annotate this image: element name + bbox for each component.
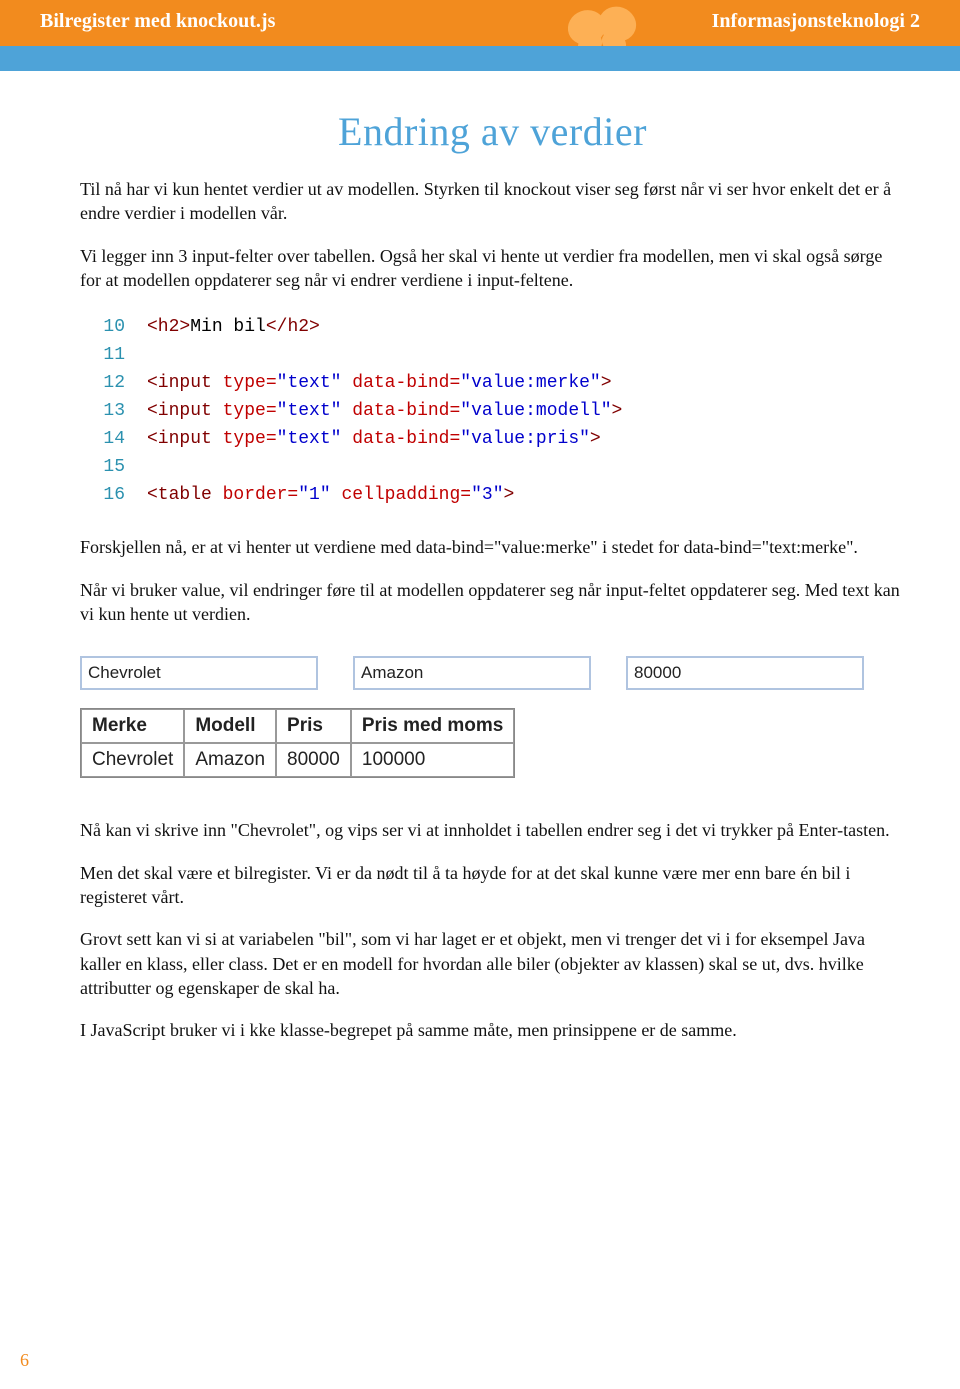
- header-right-title: Informasjonsteknologi 2: [712, 10, 920, 33]
- main-heading: Endring av verdier: [80, 108, 905, 155]
- paragraph-6: Men det skal være et bilregister. Vi er …: [80, 861, 905, 910]
- code-line: 12<input type="text" data-bind="value:me…: [80, 370, 905, 398]
- th-moms: Pris med moms: [351, 709, 515, 743]
- paragraph-3: Forskjellen nå, er at vi henter ut verdi…: [80, 535, 905, 559]
- td-merke: Chevrolet: [81, 743, 184, 777]
- paragraph-2: Vi legger inn 3 input-felter over tabell…: [80, 244, 905, 293]
- table-header-row: Merke Modell Pris Pris med moms: [81, 709, 514, 743]
- page-content: Endring av verdier Til nå har vi kun hen…: [0, 60, 960, 1042]
- code-line: 16<table border="1" cellpadding="3">: [80, 482, 905, 510]
- modell-input[interactable]: [353, 656, 591, 690]
- merke-input[interactable]: [80, 656, 318, 690]
- code-example: 10<h2>Min bil</h2>1112<input type="text"…: [80, 310, 905, 513]
- code-line: 10<h2>Min bil</h2>: [80, 314, 905, 342]
- table-row: Chevrolet Amazon 80000 100000: [81, 743, 514, 777]
- code-line: 15: [80, 454, 905, 482]
- paragraph-5: Nå kan vi skrive inn "Chevrolet", og vip…: [80, 818, 905, 842]
- code-line: 14<input type="text" data-bind="value:pr…: [80, 426, 905, 454]
- td-pris: 80000: [276, 743, 351, 777]
- example-table-wrap: Merke Modell Pris Pris med moms Chevrole…: [80, 708, 905, 778]
- example-inputs-row: [80, 656, 905, 690]
- paragraph-8: I JavaScript bruker vi i kke klasse-begr…: [80, 1018, 905, 1042]
- paragraph-7: Grovt sett kan vi si at variabelen "bil"…: [80, 927, 905, 1000]
- example-table: Merke Modell Pris Pris med moms Chevrole…: [80, 708, 515, 778]
- code-line: 13<input type="text" data-bind="value:mo…: [80, 398, 905, 426]
- page-number: 6: [20, 1350, 29, 1371]
- td-modell: Amazon: [184, 743, 276, 777]
- paragraph-4: Når vi bruker value, vil endringer føre …: [80, 578, 905, 627]
- th-merke: Merke: [81, 709, 184, 743]
- pris-input[interactable]: [626, 656, 864, 690]
- code-line: 11: [80, 342, 905, 370]
- th-pris: Pris: [276, 709, 351, 743]
- paragraph-1: Til nå har vi kun hentet verdier ut av m…: [80, 177, 905, 226]
- td-moms: 100000: [351, 743, 515, 777]
- th-modell: Modell: [184, 709, 276, 743]
